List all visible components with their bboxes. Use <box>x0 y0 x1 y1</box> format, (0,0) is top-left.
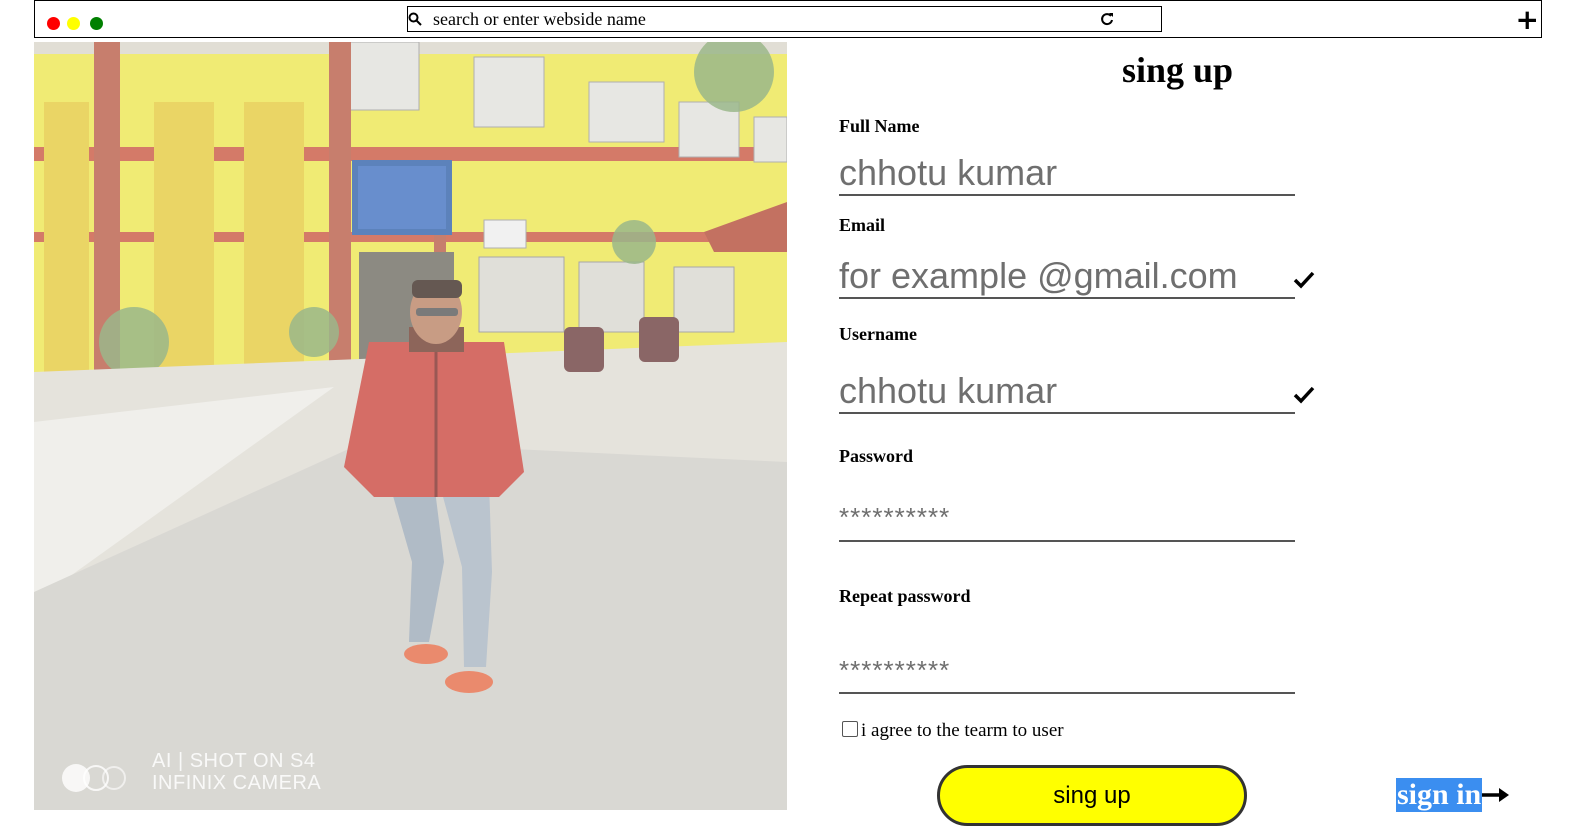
arrow-right-icon <box>1482 788 1510 802</box>
close-window-dot[interactable] <box>47 17 60 30</box>
reload-icon[interactable] <box>1100 12 1114 26</box>
search-icon <box>408 12 422 26</box>
watermark-line-1: AI | SHOT ON S4 <box>152 750 316 772</box>
browser-toolbar: search or enter webside name + <box>34 0 1542 38</box>
photo-overlay <box>34 42 787 810</box>
terms-checkbox[interactable] <box>842 721 858 737</box>
email-valid-check-icon <box>1293 271 1315 289</box>
address-bar-placeholder: search or enter webside name <box>433 9 646 29</box>
terms-label: i agree to the tearm to user <box>861 720 1064 741</box>
email-field[interactable] <box>839 255 1295 299</box>
sign-in-link[interactable]: sign in <box>1396 778 1510 812</box>
photo-watermark: AI | SHOT ON S4 INFINIX CAMERA <box>152 750 321 794</box>
repeat-password-field[interactable] <box>839 648 1295 694</box>
sign-in-label[interactable]: sign in <box>1396 778 1483 812</box>
terms-agreement: i agree to the tearm to user <box>842 720 1064 742</box>
email-label: Email <box>839 215 886 235</box>
minimize-window-dot[interactable] <box>67 17 80 30</box>
address-bar[interactable]: search or enter webside name <box>407 6 1162 32</box>
watermark-line-2: INFINIX CAMERA <box>152 772 322 794</box>
username-label: Username <box>839 324 917 344</box>
username-field[interactable] <box>839 370 1295 414</box>
full-name-label: Full Name <box>839 116 920 136</box>
password-field[interactable] <box>839 495 1295 542</box>
page-title: sing up <box>1121 50 1234 90</box>
repeat-password-label: Repeat password <box>839 586 971 606</box>
password-label: Password <box>839 446 914 466</box>
full-name-field[interactable] <box>839 152 1295 196</box>
sign-up-button[interactable]: sing up <box>937 765 1247 826</box>
maximize-window-dot[interactable] <box>90 17 103 30</box>
camera-logo-icon <box>62 764 126 792</box>
username-valid-check-icon <box>1293 386 1315 404</box>
new-tab-plus-icon[interactable]: + <box>1516 6 1539 34</box>
profile-photo: AI | SHOT ON S4 INFINIX CAMERA <box>34 42 787 810</box>
